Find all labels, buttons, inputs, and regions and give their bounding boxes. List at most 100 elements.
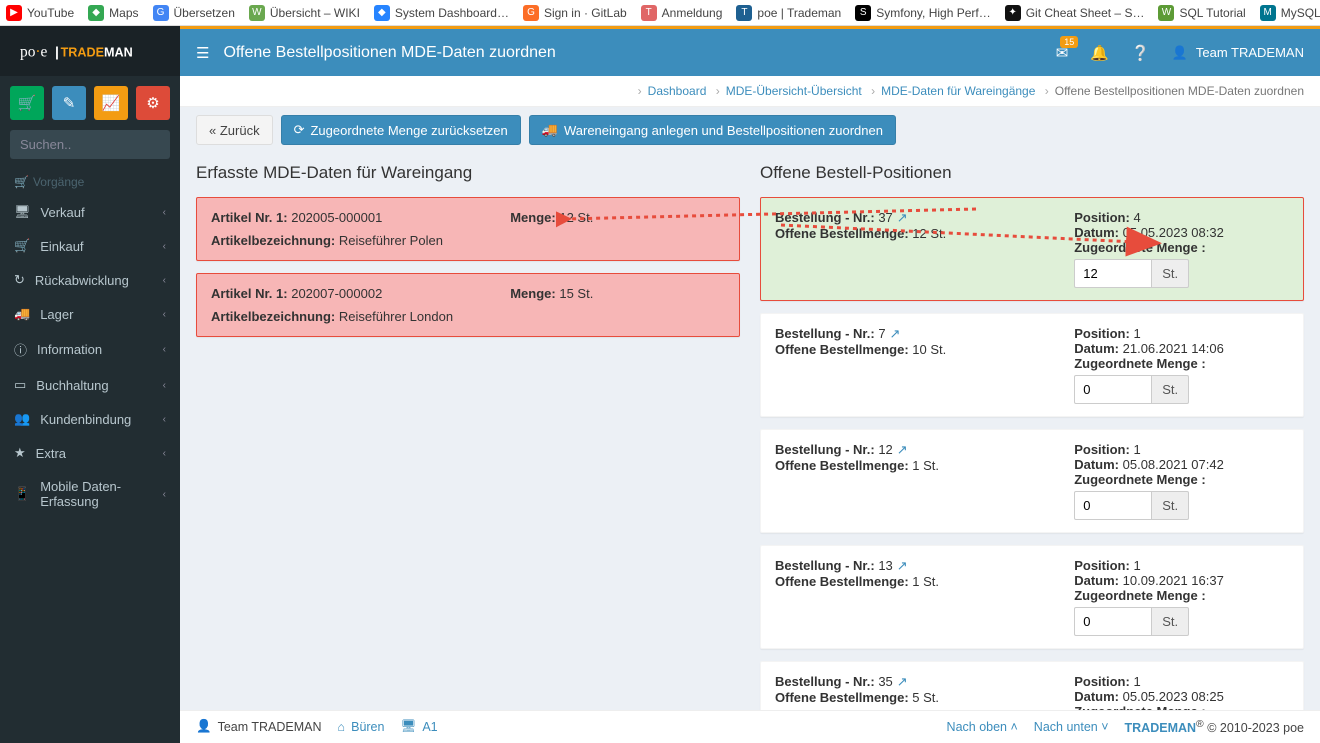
create-goods-receipt-button[interactable]: 🚚Wareneingang anlegen und Bestellpositio… <box>529 115 896 145</box>
external-link-icon[interactable]: ↗ <box>897 558 908 573</box>
external-link-icon[interactable]: ↗ <box>897 674 908 689</box>
nav-label: Verkauf <box>41 205 85 220</box>
assigned-qty-input[interactable] <box>1074 259 1152 288</box>
reset-qty-button[interactable]: ⟳Zugeordnete Menge zurücksetzen <box>281 115 521 145</box>
bookmark-item[interactable]: Tpoe | Trademan <box>736 5 841 21</box>
order-position-card[interactable]: Bestellung - Nr.: 35↗ Offene Bestellmeng… <box>760 661 1304 710</box>
order-position-card[interactable]: Bestellung - Nr.: 12↗ Offene Bestellmeng… <box>760 429 1304 533</box>
edit-button[interactable]: ✎ <box>52 86 86 120</box>
sidebar-item[interactable]: 🖥Verkauf‹ <box>0 195 180 229</box>
sidebar-item[interactable]: 📱Mobile Daten-Erfassung‹ <box>0 470 180 518</box>
right-heading: Offene Bestell-Positionen <box>760 163 1304 183</box>
bookmark-item[interactable]: WÜbersicht – WIKI <box>249 5 360 21</box>
crumb-mde-wareingang[interactable]: MDE-Daten für Wareingänge <box>881 84 1035 98</box>
device-icon: 🖥 <box>400 719 416 734</box>
help-icon[interactable]: ❔ <box>1131 44 1150 62</box>
crumb-dashboard[interactable]: Dashboard <box>648 84 707 98</box>
mail-icon[interactable]: ✉15 <box>1056 44 1069 62</box>
external-link-icon[interactable]: ↗ <box>897 210 908 225</box>
assigned-qty-input[interactable] <box>1074 607 1152 636</box>
chart-button[interactable]: 📈 <box>94 86 128 120</box>
bell-icon[interactable]: 🔔 <box>1090 44 1109 62</box>
mde-card[interactable]: Artikel Nr. 1: 202007-000002Menge: 15 St… <box>196 273 740 337</box>
nav-icon: 👥 <box>14 411 30 427</box>
chevron-left-icon: ‹ <box>163 489 166 500</box>
mde-card[interactable]: Artikel Nr. 1: 202005-000001Menge: 12 St… <box>196 197 740 261</box>
unit-label: St. <box>1152 375 1189 404</box>
user-menu[interactable]: 👤Team TRADEMAN <box>1172 45 1304 61</box>
settings-button[interactable]: ⚙ <box>136 86 170 120</box>
cart-button[interactable]: 🛒 <box>10 86 44 120</box>
chevron-left-icon: ‹ <box>163 344 166 355</box>
bookmark-label: poe | Trademan <box>757 6 841 20</box>
chevron-left-icon: ‹ <box>163 414 166 425</box>
sidebar-item[interactable]: ⓘ Information ‹ <box>0 331 180 368</box>
scroll-up-link[interactable]: Nach oben ˄ <box>947 720 1018 734</box>
footer: 👤Team TRADEMAN ⌂Büren 🖥A1 Nach oben ˄ Na… <box>180 710 1320 743</box>
svg-text:po·e: po·e <box>20 44 48 61</box>
scroll-down-link[interactable]: Nach unten ˅ <box>1034 720 1109 734</box>
nav-icon: ▭ <box>14 377 26 393</box>
truck-icon: 🚚 <box>542 122 558 138</box>
bookmark-item[interactable]: ▶YouTube <box>6 5 74 21</box>
bookmark-label: System Dashboard… <box>395 6 509 20</box>
bookmark-icon: T <box>641 5 657 21</box>
topbar: ☰ Offene Bestellpositionen MDE-Daten zuo… <box>180 26 1320 76</box>
svg-text:|: | <box>55 44 59 60</box>
search-input[interactable] <box>10 130 170 159</box>
left-heading: Erfasste MDE-Daten für Wareingang <box>196 163 740 183</box>
logo[interactable]: po·e | TRADEMAN <box>0 26 180 76</box>
bookmark-label: Maps <box>109 6 138 20</box>
bookmark-item[interactable]: GSign in · GitLab <box>523 5 627 21</box>
menu-toggle-icon[interactable]: ☰ <box>196 44 209 62</box>
sidebar-item[interactable]: ▭ Buchhaltung ‹ <box>0 368 180 402</box>
svg-text:TRADEMAN: TRADEMAN <box>61 46 133 60</box>
sidebar-item[interactable]: 🚚Lager‹ <box>0 297 180 331</box>
back-button[interactable]: « Zurück <box>196 115 273 145</box>
sidebar-item[interactable]: 👥Kundenbindung‹ <box>0 402 180 436</box>
bookmark-label: Anmeldung <box>662 6 723 20</box>
bookmark-item[interactable]: WSQL Tutorial <box>1158 5 1245 21</box>
bookmark-item[interactable]: ✦Git Cheat Sheet – S… <box>1005 5 1145 21</box>
crumb-mde-overview[interactable]: MDE-Übersicht-Übersicht <box>726 84 862 98</box>
sidebar-item[interactable]: 🛒Einkauf‹ <box>0 229 180 263</box>
nav-icon: 🚚 <box>14 306 30 322</box>
bookmark-item[interactable]: ◆Maps <box>88 5 138 21</box>
bookmark-item[interactable]: T Anmeldung <box>641 5 723 21</box>
unit-label: St. <box>1152 259 1189 288</box>
chevron-left-icon: ‹ <box>163 380 166 391</box>
bookmark-item[interactable]: ◆System Dashboard… <box>374 5 509 21</box>
unit-label: St. <box>1152 491 1189 520</box>
footer-user: 👤Team TRADEMAN <box>196 719 322 734</box>
footer-location[interactable]: ⌂Büren <box>338 720 385 734</box>
order-position-card[interactable]: Bestellung - Nr.: 37↗ Offene Bestellmeng… <box>760 197 1304 301</box>
bookmark-label: Symfony, High Perf… <box>876 6 990 20</box>
bookmark-label: Übersetzen <box>174 6 235 20</box>
bookmark-label: YouTube <box>27 6 74 20</box>
assigned-qty-input[interactable] <box>1074 375 1152 404</box>
bookmark-icon: M <box>1260 5 1276 21</box>
bookmark-icon: T <box>736 5 752 21</box>
sidebar-item[interactable]: ★Extra‹ <box>0 436 180 470</box>
bookmark-icon: G <box>523 5 539 21</box>
unit-label: St. <box>1152 607 1189 636</box>
bookmark-icon: W <box>1158 5 1174 21</box>
external-link-icon[interactable]: ↗ <box>890 326 901 341</box>
external-link-icon[interactable]: ↗ <box>897 442 908 457</box>
sidebar-item[interactable]: ↻Rückabwicklung‹ <box>0 263 180 297</box>
bookmark-item[interactable]: S Symfony, High Perf… <box>855 5 990 21</box>
user-icon: 👤 <box>1172 45 1188 61</box>
nav-label: Buchhaltung <box>36 378 108 393</box>
bookmark-item[interactable]: MMySQL :: MySQL 8… <box>1260 5 1320 21</box>
bookmark-item[interactable]: GÜbersetzen <box>153 5 235 21</box>
order-position-card[interactable]: Bestellung - Nr.: 13↗ Offene Bestellmeng… <box>760 545 1304 649</box>
nav-icon: ⓘ <box>14 340 27 359</box>
order-position-card[interactable]: Bestellung - Nr.: 7↗ Offene Bestellmenge… <box>760 313 1304 417</box>
footer-device[interactable]: 🖥A1 <box>400 719 437 734</box>
assigned-qty-input[interactable] <box>1074 491 1152 520</box>
nav-label: Information <box>37 342 102 357</box>
nav-label: Einkauf <box>40 239 83 254</box>
bookmark-icon: S <box>855 5 871 21</box>
bookmark-icon: ✦ <box>1005 5 1021 21</box>
nav-icon: 🖥 <box>14 204 31 220</box>
